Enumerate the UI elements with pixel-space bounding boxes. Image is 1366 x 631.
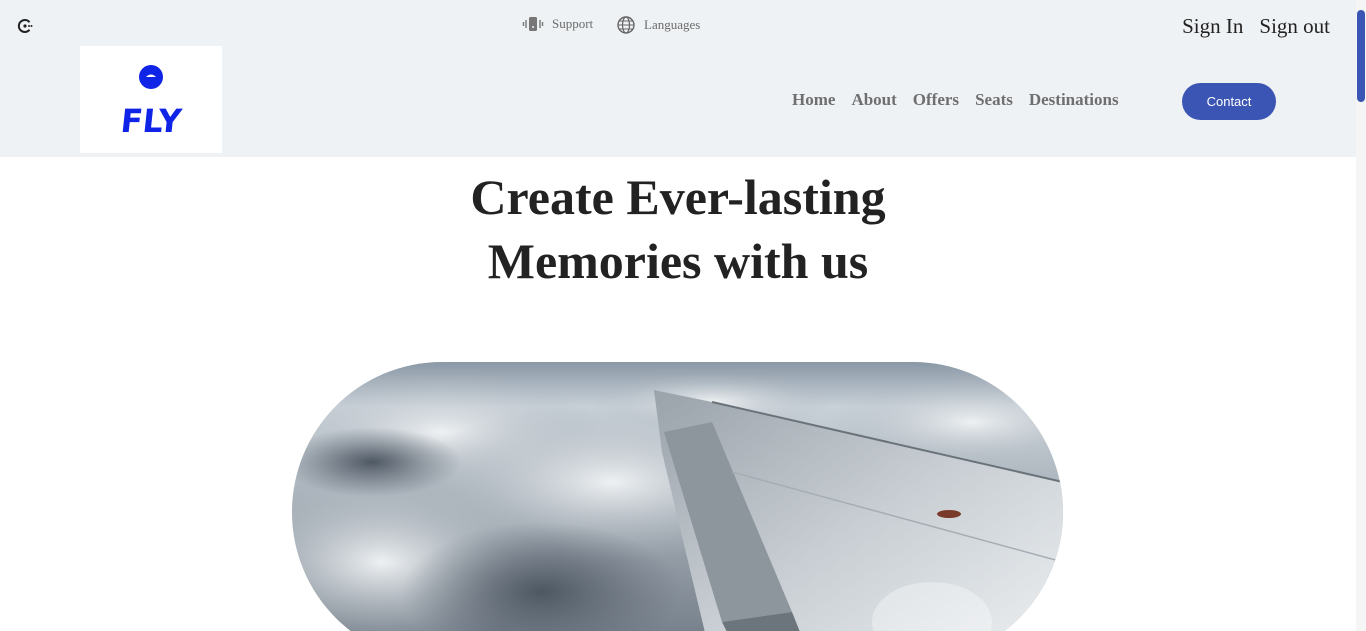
- phone-vibrate-icon: [522, 15, 544, 33]
- contact-button[interactable]: Contact: [1182, 83, 1276, 120]
- hero-image: [292, 362, 1063, 631]
- sign-out-link[interactable]: Sign out: [1259, 14, 1330, 39]
- refresh-icon[interactable]: [16, 17, 34, 35]
- hero-title: Create Ever-lasting Memories with us: [0, 165, 1356, 293]
- nav-item-offers[interactable]: Offers: [913, 90, 959, 110]
- languages-link[interactable]: Languages: [616, 15, 700, 35]
- hero-title-line1: Create Ever-lasting: [470, 169, 886, 225]
- globe-icon: [616, 15, 636, 35]
- support-label: Support: [552, 16, 594, 31]
- logo-text: FLY: [119, 102, 184, 140]
- fly-logo[interactable]: FLY: [80, 46, 222, 153]
- sign-in-link[interactable]: Sign In: [1182, 14, 1243, 39]
- site-header: Support Languages Sign In Sign out FLY H…: [0, 0, 1356, 157]
- scrollbar[interactable]: [1356, 0, 1366, 631]
- support-link[interactable]: Support: [522, 15, 593, 33]
- hero-title-line2: Memories with us: [487, 233, 869, 289]
- main-nav: Home About Offers Seats Destinations: [792, 90, 1119, 110]
- languages-label: Languages: [644, 17, 701, 32]
- nav-item-destinations[interactable]: Destinations: [1029, 90, 1119, 110]
- nav-item-seats[interactable]: Seats: [975, 90, 1013, 110]
- scrollbar-thumb[interactable]: [1357, 10, 1365, 102]
- nav-item-home[interactable]: Home: [792, 90, 835, 110]
- nav-item-about[interactable]: About: [851, 90, 896, 110]
- auth-links: Sign In Sign out: [1182, 14, 1330, 39]
